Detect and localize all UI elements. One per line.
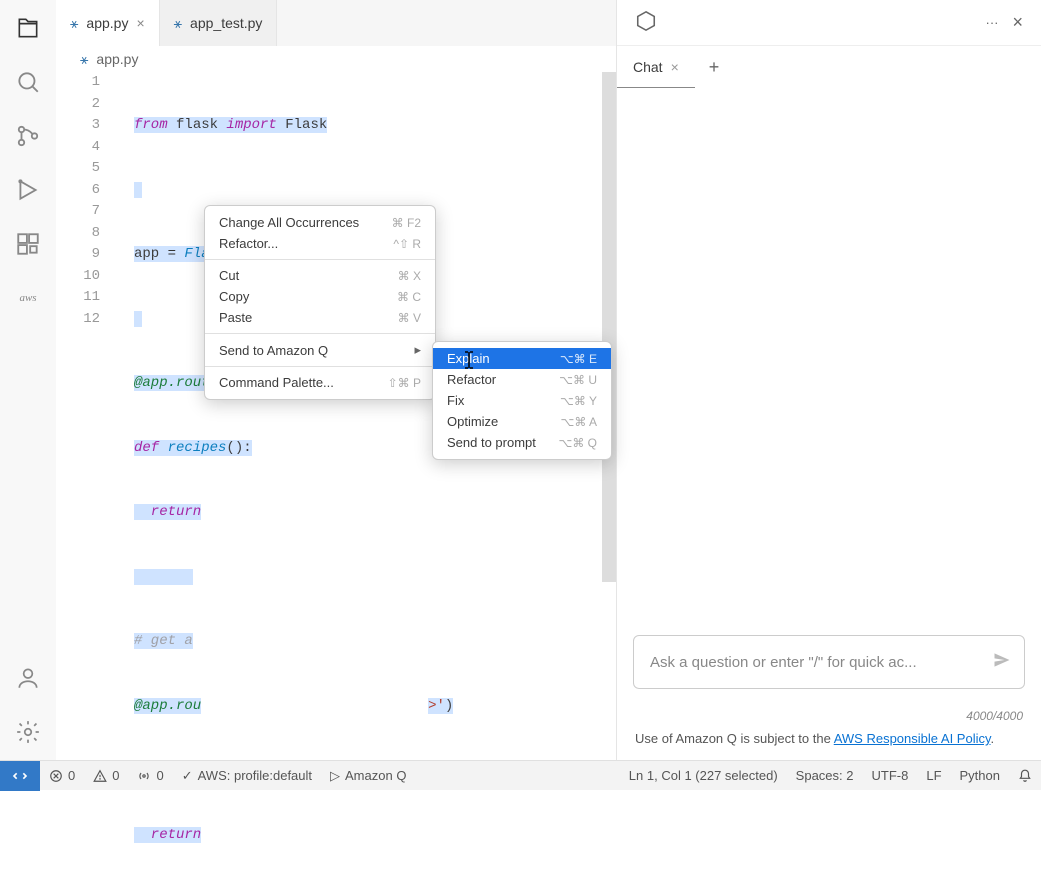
- send-icon[interactable]: [992, 650, 1012, 674]
- breadcrumb[interactable]: ⚹ app.py: [56, 46, 616, 72]
- python-file-icon: ⚹: [70, 15, 78, 32]
- menu-send-to-amazon-q[interactable]: Send to Amazon Q▸: [205, 339, 435, 361]
- aws-icon[interactable]: aws: [14, 284, 42, 312]
- policy-link[interactable]: AWS Responsible AI Policy: [834, 731, 991, 746]
- footer-disclaimer: Use of Amazon Q is subject to the AWS Re…: [617, 731, 1041, 760]
- python-file-icon: ⚹: [80, 51, 88, 68]
- menu-cut[interactable]: Cut⌘ X: [205, 265, 435, 286]
- status-amazon-q[interactable]: ▷Amazon Q: [321, 768, 415, 784]
- status-aws-profile[interactable]: ✓AWS: profile:default: [173, 768, 321, 784]
- close-icon[interactable]: ×: [671, 59, 679, 75]
- menu-paste[interactable]: Paste⌘ V: [205, 307, 435, 328]
- char-counter: 4000/4000: [617, 705, 1041, 731]
- amazon-q-submenu: Explain⌥⌘ E Refactor⌥⌘ U Fix⌥⌘ Y Optimiz…: [432, 341, 612, 460]
- vertical-scrollbar[interactable]: [602, 72, 616, 582]
- chevron-right-icon: ▸: [414, 342, 421, 358]
- tab-label: Chat: [633, 59, 663, 75]
- amazon-q-logo-icon: [635, 10, 657, 35]
- add-tab-button[interactable]: +: [695, 46, 734, 88]
- tab-app-py[interactable]: ⚹ app.py ×: [56, 0, 160, 46]
- status-eol[interactable]: LF: [917, 768, 950, 783]
- context-menu: Change All Occurrences⌘ F2 Refactor...^⇧…: [204, 205, 436, 400]
- status-spaces[interactable]: Spaces: 2: [787, 768, 863, 783]
- line-number-gutter: 1 2 3 4 5 6 7 8 9 10 11 12: [56, 72, 126, 330]
- menu-copy[interactable]: Copy⌘ C: [205, 286, 435, 307]
- submenu-send-to-prompt[interactable]: Send to prompt⌥⌘ Q: [433, 432, 611, 453]
- status-bell-icon[interactable]: [1009, 769, 1041, 783]
- explorer-icon[interactable]: [14, 14, 42, 42]
- python-file-icon: ⚹: [174, 15, 182, 32]
- settings-gear-icon[interactable]: [14, 718, 42, 746]
- menu-change-all-occurrences[interactable]: Change All Occurrences⌘ F2: [205, 212, 435, 233]
- tab-app-test-py[interactable]: ⚹ app_test.py: [160, 0, 278, 46]
- status-warnings[interactable]: 0: [84, 768, 128, 783]
- chat-tab[interactable]: Chat ×: [617, 46, 695, 88]
- submenu-optimize[interactable]: Optimize⌥⌘ A: [433, 411, 611, 432]
- status-ports[interactable]: 0: [128, 768, 172, 783]
- search-icon[interactable]: [14, 68, 42, 96]
- run-debug-icon[interactable]: [14, 176, 42, 204]
- status-cursor-position[interactable]: Ln 1, Col 1 (227 selected): [620, 768, 787, 783]
- chat-input[interactable]: Ask a question or enter "/" for quick ac…: [633, 635, 1025, 689]
- remote-button[interactable]: [0, 761, 40, 791]
- menu-command-palette[interactable]: Command Palette...⇧⌘ P: [205, 372, 435, 393]
- more-icon[interactable]: ···: [985, 15, 998, 30]
- submenu-explain[interactable]: Explain⌥⌘ E: [433, 348, 611, 369]
- extensions-icon[interactable]: [14, 230, 42, 258]
- status-language[interactable]: Python: [951, 768, 1009, 783]
- status-encoding[interactable]: UTF-8: [863, 768, 918, 783]
- amazon-q-panel: ··· × Chat × + Ask a question or enter "…: [616, 0, 1041, 760]
- tab-label: app_test.py: [190, 15, 262, 31]
- activity-bar: aws: [0, 0, 56, 760]
- account-icon[interactable]: [14, 664, 42, 692]
- close-icon[interactable]: ×: [136, 15, 144, 31]
- submenu-refactor[interactable]: Refactor⌥⌘ U: [433, 369, 611, 390]
- close-icon[interactable]: ×: [1012, 12, 1023, 33]
- breadcrumb-file: app.py: [96, 51, 138, 67]
- status-errors[interactable]: 0: [40, 768, 84, 783]
- status-bar: 0 0 0 ✓AWS: profile:default ▷Amazon Q Ln…: [0, 760, 1041, 790]
- menu-refactor[interactable]: Refactor...^⇧ R: [205, 233, 435, 254]
- tab-label: app.py: [86, 15, 128, 31]
- source-control-icon[interactable]: [14, 122, 42, 150]
- chat-input-placeholder: Ask a question or enter "/" for quick ac…: [650, 654, 917, 671]
- submenu-fix[interactable]: Fix⌥⌘ Y: [433, 390, 611, 411]
